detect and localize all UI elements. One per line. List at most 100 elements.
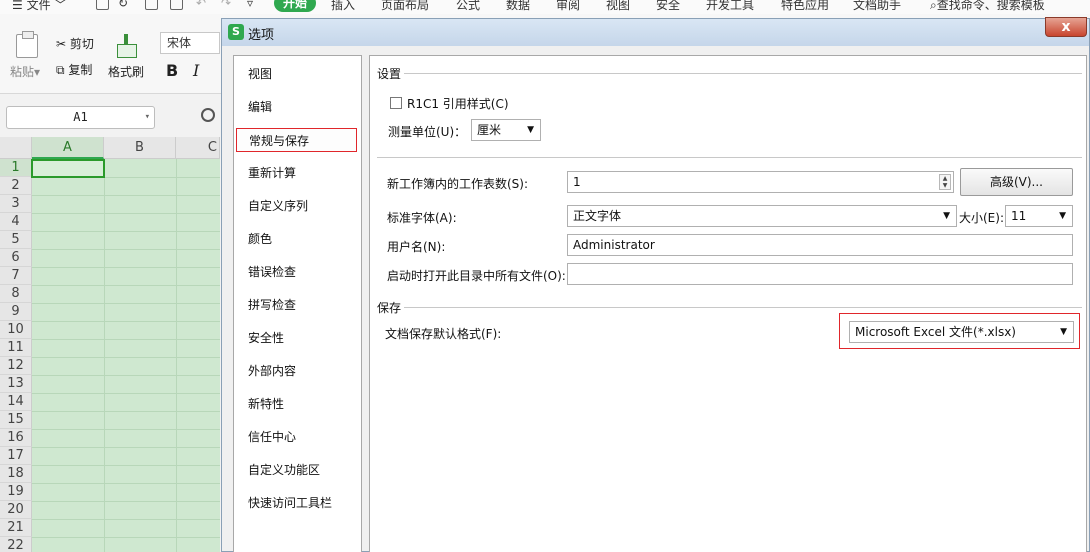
row-header[interactable]: 11: [0, 339, 32, 357]
nav-general-and-save[interactable]: 常规与保存: [236, 128, 357, 152]
standard-font-label: 标准字体(A):: [387, 211, 457, 225]
close-button[interactable]: x: [1045, 17, 1087, 37]
chevron-down-icon: ▼: [1059, 211, 1066, 221]
r1c1-checkbox[interactable]: [390, 97, 402, 109]
format-painter-button[interactable]: 格式刷: [108, 63, 144, 80]
nav-view[interactable]: 视图: [236, 62, 357, 86]
nav-customize-ribbon[interactable]: 自定义功能区: [236, 458, 357, 482]
wps-logo-icon: S: [228, 24, 244, 40]
nav-error-checking[interactable]: 错误检查: [236, 260, 357, 284]
tab-formula[interactable]: 公式: [456, 0, 480, 13]
row-header[interactable]: 1: [0, 159, 32, 177]
export-icon[interactable]: ↻: [118, 0, 128, 10]
standard-font-select[interactable]: 正文字体 ▼: [567, 205, 957, 227]
row-header[interactable]: 20: [0, 501, 32, 519]
row-header[interactable]: 10: [0, 321, 32, 339]
tab-features[interactable]: 特色应用: [781, 0, 829, 13]
tab-review[interactable]: 审阅: [556, 0, 580, 13]
row-header[interactable]: 18: [0, 465, 32, 483]
row-header[interactable]: 17: [0, 447, 32, 465]
spin-buttons[interactable]: ▲ ▼: [939, 174, 951, 190]
italic-button[interactable]: I: [193, 61, 199, 80]
paste-icon[interactable]: [16, 31, 38, 58]
grid-line: [32, 321, 220, 322]
nav-spell-check[interactable]: 拼写检查: [236, 293, 357, 317]
zoom-icon[interactable]: [201, 108, 215, 122]
nav-quick-access-toolbar[interactable]: 快速访问工具栏: [236, 491, 357, 515]
sheets-count-stepper[interactable]: 1 ▲ ▼: [567, 171, 954, 193]
font-name-input[interactable]: 宋体: [160, 32, 220, 54]
tab-home[interactable]: 开始: [274, 0, 316, 12]
row-header[interactable]: 8: [0, 285, 32, 303]
grid-line: [32, 429, 220, 430]
grid-line: [32, 447, 220, 448]
active-cell[interactable]: [31, 159, 105, 178]
print-preview-icon[interactable]: [170, 0, 183, 10]
tab-page-layout[interactable]: 页面布局: [381, 0, 429, 13]
column-header[interactable]: B: [104, 137, 176, 159]
menu-file[interactable]: ☰ 文件 ﹀: [12, 0, 66, 13]
column-header[interactable]: C: [176, 137, 220, 159]
search-command[interactable]: ⌕查找命令、搜索模板: [930, 0, 1045, 13]
row-header[interactable]: 19: [0, 483, 32, 501]
cut-button[interactable]: ✂ 剪切: [56, 35, 94, 52]
section-divider: [404, 307, 1082, 308]
dialog-titlebar[interactable]: S 选项 x: [222, 17, 1089, 46]
grid-line: [104, 159, 105, 552]
row-header[interactable]: 5: [0, 231, 32, 249]
grid-line: [32, 195, 220, 196]
undo-icon[interactable]: ↶: [196, 0, 206, 10]
tab-developer[interactable]: 开发工具: [706, 0, 754, 13]
copy-button[interactable]: ⧉ 复制: [56, 61, 92, 78]
tab-security[interactable]: 安全: [656, 0, 680, 13]
row-header[interactable]: 21: [0, 519, 32, 537]
tab-data[interactable]: 数据: [506, 0, 530, 13]
nav-trust-center[interactable]: 信任中心: [236, 425, 357, 449]
unit-label: 测量单位(U)：: [388, 125, 467, 139]
row-header[interactable]: 2: [0, 177, 32, 195]
row-header[interactable]: 16: [0, 429, 32, 447]
nav-custom-lists[interactable]: 自定义序列: [236, 194, 357, 218]
tab-view[interactable]: 视图: [606, 0, 630, 13]
startup-folder-input[interactable]: [567, 263, 1073, 285]
row-header[interactable]: 9: [0, 303, 32, 321]
bold-button[interactable]: B: [166, 61, 178, 80]
font-size-select[interactable]: 11 ▼: [1005, 205, 1073, 227]
spin-down-icon[interactable]: ▼: [940, 182, 950, 189]
row-header[interactable]: 12: [0, 357, 32, 375]
nav-recalculate[interactable]: 重新计算: [236, 161, 357, 185]
row-header[interactable]: 6: [0, 249, 32, 267]
column-header[interactable]: A: [32, 137, 104, 159]
row-header[interactable]: 13: [0, 375, 32, 393]
chevron-down-icon[interactable]: ▾: [145, 107, 150, 128]
tab-doc-assistant[interactable]: 文档助手: [853, 0, 901, 13]
format-painter-icon[interactable]: [117, 34, 137, 58]
name-box[interactable]: A1 ▾: [6, 106, 155, 129]
nav-new-features[interactable]: 新特性: [236, 392, 357, 416]
search-icon: ⌕: [930, 0, 937, 12]
spreadsheet-grid[interactable]: A B C 1 2 3 4 5 6 7 8 9 10 11 12 13 14 15 16 17 18 19 20 21 2…: [0, 137, 220, 552]
nav-edit[interactable]: 编辑: [236, 95, 357, 119]
save-icon[interactable]: [96, 0, 109, 10]
username-input[interactable]: Administrator: [567, 234, 1073, 256]
row-header[interactable]: 14: [0, 393, 32, 411]
row-header[interactable]: 7: [0, 267, 32, 285]
nav-external-content[interactable]: 外部内容: [236, 359, 357, 383]
row-header[interactable]: 4: [0, 213, 32, 231]
tab-insert[interactable]: 插入: [331, 0, 355, 13]
spin-up-icon[interactable]: ▲: [940, 175, 950, 182]
default-format-select[interactable]: Microsoft Excel 文件(*.xlsx) ▼: [849, 321, 1074, 343]
row-header[interactable]: 15: [0, 411, 32, 429]
select-all-corner[interactable]: [0, 137, 32, 159]
nav-color[interactable]: 颜色: [236, 227, 357, 251]
advanced-button[interactable]: 高级(V)...: [960, 168, 1073, 196]
print-icon[interactable]: [145, 0, 158, 10]
unit-select[interactable]: 厘米 ▼: [471, 119, 541, 141]
redo-icon[interactable]: ↷: [221, 0, 231, 10]
grid-line: [32, 213, 220, 214]
row-header[interactable]: 3: [0, 195, 32, 213]
row-header[interactable]: 22: [0, 537, 32, 552]
customize-dropdown-icon[interactable]: ▿: [247, 0, 253, 10]
paste-button[interactable]: 粘贴▾: [10, 63, 40, 80]
nav-security[interactable]: 安全性: [236, 326, 357, 350]
